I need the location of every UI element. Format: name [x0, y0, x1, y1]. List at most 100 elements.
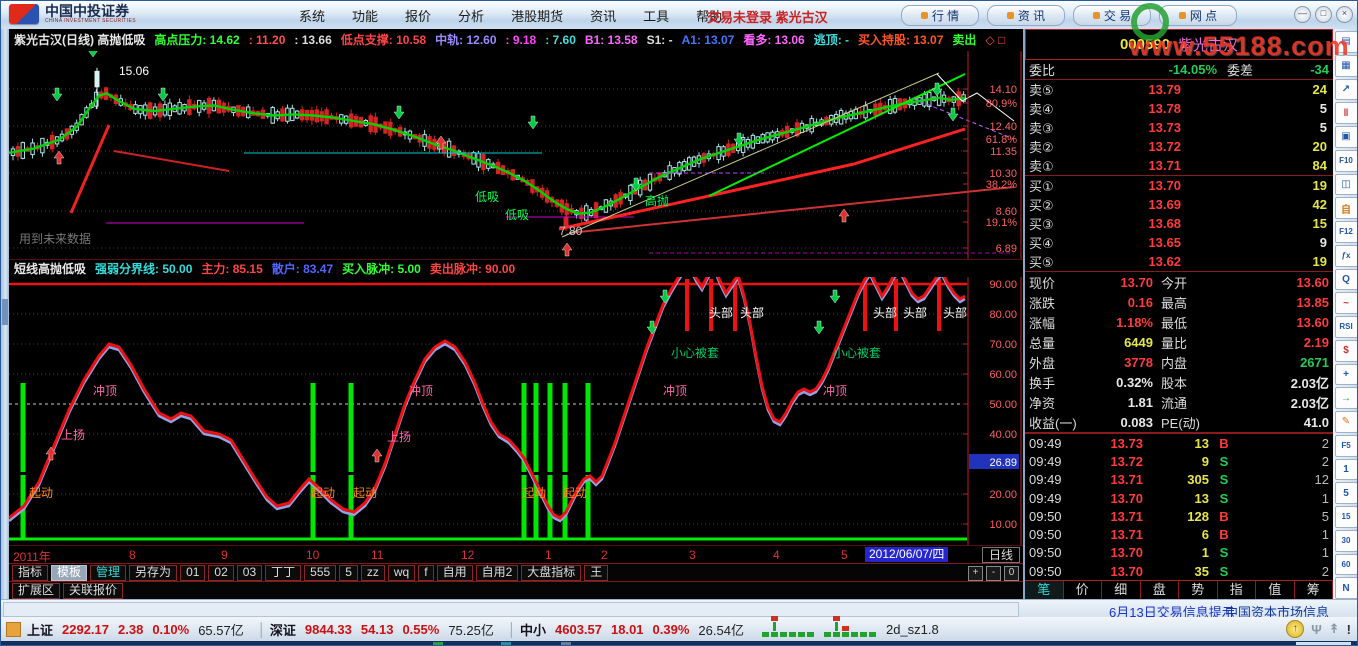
ask-row[interactable]: 卖③ 13.73 5 [1025, 118, 1333, 137]
tick-list[interactable]: 09:49 13.73 13 B 2 09:49 13.72 9 S 2 09:49 13.71 305… [1025, 433, 1333, 580]
close-button[interactable]: × [1336, 6, 1353, 23]
quote-tab-盘[interactable]: 盘 [1141, 581, 1179, 599]
menu-item-报价[interactable]: 报价 [405, 6, 431, 25]
index-quote-上证[interactable]: 上证 2292.17 2.38 0.10% 65.57亿 [27, 620, 244, 639]
left-scroll-notch[interactable] [2, 299, 8, 325]
zoom-icon[interactable]: Q [1334, 268, 1357, 291]
toolbar-button-555[interactable]: 555 [304, 564, 337, 581]
buy-pulse [533, 383, 539, 539]
quote-tab-细[interactable]: 细 [1102, 581, 1141, 599]
ask-row[interactable]: 卖④ 13.78 5 [1025, 99, 1333, 118]
maximize-button[interactable]: □ [1315, 6, 1332, 23]
goto-icon[interactable]: → [1334, 387, 1357, 409]
news-icon[interactable]: ▣ [1334, 126, 1357, 148]
toolbar-button-另存为[interactable]: 另存为 [129, 564, 178, 581]
bid-row[interactable]: 买① 13.70 19 [1025, 176, 1333, 195]
sub-indicator-chart[interactable]: 冲顶 冲顶 冲顶 冲顶上扬 上扬小心被套 小心被套头部 头部 头部 头部 头部起动 起动 起动 起动 起动… [9, 277, 1023, 545]
top-button-label: 资 讯 [1017, 9, 1046, 23]
traffic-icon[interactable]: ↟ [1329, 621, 1340, 637]
kline-icon[interactable]: ‖ [1334, 102, 1357, 124]
quote-tab-值[interactable]: 值 [1256, 581, 1295, 599]
toolbar-button-01[interactable]: 01 [180, 564, 206, 581]
period-15-icon[interactable]: 15 [1334, 506, 1357, 528]
quote-tab-指[interactable]: 指 [1218, 581, 1256, 599]
alert-icon[interactable]: ! [1347, 622, 1351, 637]
bid-row[interactable]: 买④ 13.65 9 [1025, 233, 1333, 252]
menu-item-工具[interactable]: 工具 [643, 6, 669, 25]
signal-arrow-up-icon [371, 448, 383, 463]
bid-row[interactable]: 买⑤ 13.62 19 [1025, 252, 1333, 271]
ask-row[interactable]: 卖⑤ 13.79 24 [1025, 80, 1333, 99]
index-quote-深证[interactable]: 深证 9844.33 54.13 0.55% 75.25亿 [270, 620, 494, 639]
toolbar-button-zz[interactable]: zz [360, 564, 385, 581]
status-grid-icon[interactable] [6, 621, 21, 637]
menu-item-功能[interactable]: 功能 [352, 6, 378, 25]
top-button-资讯[interactable]: 资 讯 [987, 5, 1065, 26]
f5-icon[interactable]: F5 [1334, 434, 1357, 457]
menu-item-分析[interactable]: 分析 [458, 6, 484, 25]
quote-tab-价[interactable]: 价 [1064, 581, 1102, 599]
top-button-行情[interactable]: 行 情 [901, 5, 979, 26]
time-axis-label: 4 [773, 548, 780, 562]
time-axis-label: 3 [689, 548, 696, 562]
menu-item-港股期货[interactable]: 港股期货 [511, 6, 563, 25]
toolbar-button-管理[interactable]: 管理 [90, 564, 127, 581]
toolbar-button-自用2[interactable]: 自用2 [475, 564, 519, 581]
f12-icon[interactable]: F12 [1334, 221, 1357, 243]
bid-row[interactable]: 买② 13.69 42 [1025, 195, 1333, 214]
selected-date[interactable]: 2012/06/07/四 [865, 547, 949, 562]
toolbar-button-5[interactable]: 5 [339, 564, 358, 581]
quote-tab-笔[interactable]: 笔 [1025, 581, 1064, 599]
trend-icon[interactable]: ↗ [1334, 78, 1357, 101]
period-label[interactable]: 日线 [981, 547, 1020, 563]
toolbar-button-扩展区[interactable]: 扩展区 [12, 582, 61, 599]
toolbar-button-f[interactable]: f [418, 564, 434, 581]
update-icon[interactable]: ↑ [1286, 620, 1305, 638]
ask-row[interactable]: 卖② 13.72 20 [1025, 137, 1333, 156]
menu-item-系统[interactable]: 系统 [299, 6, 325, 25]
toolbar-button-指标[interactable]: 指标 [12, 564, 49, 581]
toolbar-button-关联报价[interactable]: 关联报价 [63, 582, 124, 599]
bid-row[interactable]: 买③ 13.68 15 [1025, 214, 1333, 233]
top-button-网点[interactable]: 网 点 [1159, 5, 1237, 26]
move-icon[interactable]: + [1334, 363, 1357, 386]
formula-icon[interactable]: ƒx [1334, 244, 1357, 267]
main-price-chart[interactable]: 15.06 低吸低吸 7.80 高抛用到未来数据 14.10 80.9% 12.4061.8… [9, 51, 1023, 259]
minibar-cell-green [832, 632, 840, 637]
toolbar-button-丁丁[interactable]: 丁丁 [265, 564, 302, 581]
custom-icon[interactable]: 自 [1334, 197, 1357, 219]
toolbar-button-大盘指标[interactable]: 大盘指标 [521, 564, 582, 581]
draw-icon[interactable]: ✎ [1334, 411, 1357, 433]
pages-icon[interactable]: ◫ [1334, 173, 1357, 196]
chart-zoom-reset[interactable]: 0 [1004, 566, 1019, 581]
minimize-button[interactable]: — [1294, 6, 1311, 23]
rsi-icon[interactable]: RSI [1334, 316, 1357, 338]
period-5-icon[interactable]: 5 [1334, 482, 1357, 504]
toolbar-button-王[interactable]: 王 [584, 564, 609, 581]
toolbar-button-自用[interactable]: 自用 [436, 564, 473, 581]
period-60-icon[interactable]: 60 [1334, 553, 1357, 576]
period-1-icon[interactable]: 1 [1334, 458, 1357, 481]
ask-row[interactable]: 卖① 13.71 84 [1025, 156, 1333, 175]
toolbar-button-wq[interactable]: wq [387, 564, 416, 581]
minibar-cell-green [806, 632, 814, 637]
toolbar-button-03[interactable]: 03 [236, 564, 263, 581]
chart-zoom-out[interactable]: - [986, 566, 1001, 581]
quote-tab-筹[interactable]: 筹 [1295, 581, 1333, 599]
toolbar-button-模板[interactable]: 模板 [51, 564, 88, 581]
period-n-icon[interactable]: N [1334, 577, 1357, 599]
indicator-value: : 13.66 [294, 33, 332, 47]
index-quote-中小[interactable]: 中小 4603.57 18.01 0.39% 26.54亿 [520, 620, 744, 639]
chart-zoom-in[interactable]: + [968, 566, 983, 581]
market-minibar-icon[interactable] [761, 616, 876, 637]
f10-icon[interactable]: F10 [1334, 149, 1357, 172]
period-30-icon[interactable]: 30 [1334, 529, 1357, 552]
quote-tab-势[interactable]: 势 [1179, 581, 1218, 599]
index-cg: 54.13 [360, 621, 394, 637]
money-icon[interactable]: $ [1334, 339, 1357, 362]
signal-icon[interactable]: Ψ [1311, 622, 1322, 637]
toolbar-button-02[interactable]: 02 [208, 564, 234, 581]
time-axis[interactable]: 2011年 8 9 10 11 12 1 2 3 4 5 2012/06/07/四 日线 [9, 545, 1023, 564]
wave-icon[interactable]: ~ [1334, 292, 1357, 314]
menu-item-资讯[interactable]: 资讯 [590, 6, 616, 25]
